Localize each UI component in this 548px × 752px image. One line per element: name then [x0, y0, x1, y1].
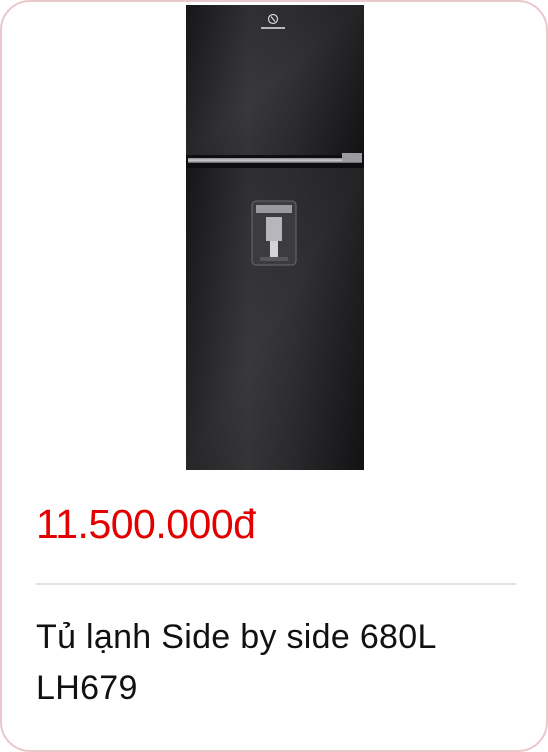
- water-dispenser-icon: [251, 200, 297, 266]
- product-card[interactable]: 11.500.000đ Tủ lạnh Side by side 680L LH…: [0, 0, 548, 752]
- product-price: 11.500.000đ: [36, 501, 256, 547]
- refrigerator-image: [186, 5, 364, 470]
- product-title[interactable]: Tủ lạnh Side by side 680L LH679: [36, 612, 496, 714]
- product-image[interactable]: [186, 5, 364, 470]
- divider: [36, 583, 516, 585]
